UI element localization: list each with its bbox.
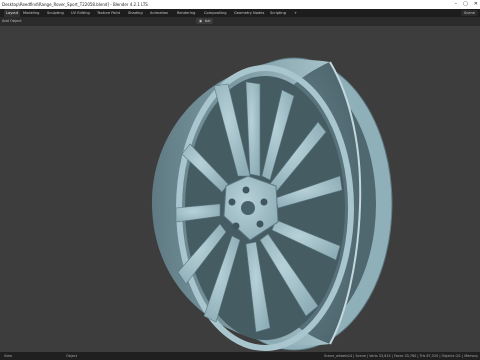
tab-modeling[interactable]: Modeling [21,9,41,17]
minimize-icon[interactable]: – [455,0,458,9]
menu-object[interactable]: Object [10,17,22,26]
close-icon[interactable]: ✕ [474,0,478,9]
status-stats: Scene_wheels14 | Scene | Verts 33,615 | … [324,354,478,358]
status-mouse-object: Object [66,354,78,358]
menu-add[interactable]: Add [2,17,9,26]
wheel [151,57,393,351]
wheel-render [151,57,393,351]
tab-compositing[interactable]: Compositing [202,9,229,17]
window-title: Desktop\Reedfind\Range_Rover_Sport_T2205… [2,2,148,7]
proportional-icon[interactable]: ◉ [196,18,206,24]
tab-rendering[interactable]: Rendering [175,9,197,17]
add-workspace-button[interactable]: + [292,9,299,17]
3d-viewport[interactable] [0,26,480,352]
viewport-header: Add Object ⟲ Global ◎ ⌖ ◉ [0,17,480,26]
workspace-tabs-bar: Layout Modeling Sculpting UV Editing Tex… [0,9,480,17]
window-titlebar: Desktop\Reedfind\Range_Rover_Sport_T2205… [0,0,480,9]
window-controls: – ▢ ✕ [455,0,478,9]
tab-shading[interactable]: Shading [126,9,145,17]
status-bar: View Object Scene_wheels14 | Scene | Ver… [0,352,480,360]
tab-uv-editing[interactable]: UV Editing [69,9,92,17]
tab-texture-paint[interactable]: Texture Paint [95,9,122,17]
tab-animation[interactable]: Animation [148,9,170,17]
tab-geometry-nodes[interactable]: Geometry Nodes [232,9,266,17]
scene-selector[interactable]: Scene [461,10,478,16]
tab-scripting[interactable]: Scripting [268,9,288,17]
status-mouse-view: View [4,354,13,358]
tab-layout[interactable]: Layout [4,9,21,17]
tab-sculpting[interactable]: Sculpting [45,9,66,17]
maximize-icon[interactable]: ▢ [463,0,468,9]
